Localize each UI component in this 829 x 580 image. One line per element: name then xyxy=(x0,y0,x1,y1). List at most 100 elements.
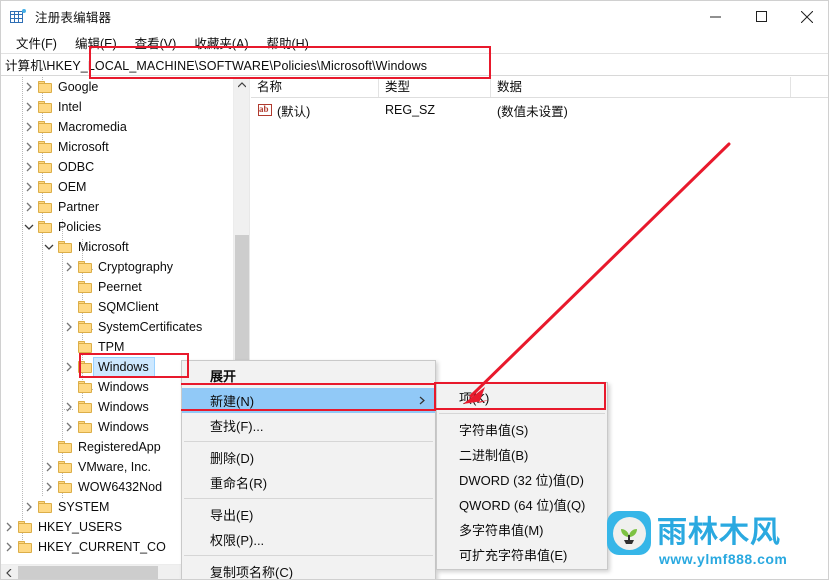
tree-item-label: Google xyxy=(58,80,99,94)
address-bar[interactable]: 计算机\HKEY_LOCAL_MACHINE\SOFTWARE\Policies… xyxy=(1,53,828,76)
chevron-right-icon[interactable] xyxy=(41,457,56,477)
menu-bar: 文件(F) 编辑(E) 查看(V) 收藏夹(A) 帮助(H) xyxy=(1,31,828,55)
chevron-right-icon[interactable] xyxy=(21,97,36,117)
chevron-right-icon[interactable] xyxy=(61,357,76,377)
tree-item-google[interactable]: Google xyxy=(1,77,234,97)
chevron-right-icon[interactable] xyxy=(21,197,36,217)
tree-item-oem[interactable]: OEM xyxy=(1,177,234,197)
tree-item-label: Intel xyxy=(58,100,82,114)
column-header-data[interactable]: 数据 xyxy=(491,77,791,97)
context-menu-item-6[interactable]: 权限(P)... xyxy=(182,527,435,552)
context-menu-item-1[interactable]: 新建(N) xyxy=(182,388,435,413)
tree-item-label: Windows xyxy=(93,357,155,377)
folder-icon xyxy=(36,497,54,517)
minimize-button[interactable] xyxy=(692,1,738,32)
submenu-item-5[interactable]: 多字符串值(M) xyxy=(437,517,607,542)
chevron-right-icon[interactable] xyxy=(1,537,16,557)
tree-item-partner[interactable]: Partner xyxy=(1,197,234,217)
tree-item-label: Windows xyxy=(98,400,149,414)
context-menu-item-3[interactable]: 删除(D) xyxy=(182,445,435,470)
menu-separator xyxy=(184,441,433,442)
tree-item-tpm[interactable]: TPM xyxy=(1,337,234,357)
tree-item-label: Macromedia xyxy=(58,120,127,134)
menu-separator xyxy=(184,498,433,499)
chevron-right-icon[interactable] xyxy=(61,257,76,277)
context-menu-item-0[interactable]: 展开 xyxy=(182,363,435,388)
chevron-right-icon[interactable] xyxy=(21,117,36,137)
tree-item-microsoft[interactable]: Microsoft xyxy=(1,137,234,157)
tree-item-intel[interactable]: Intel xyxy=(1,97,234,117)
menu-edit[interactable]: 编辑(E) xyxy=(66,31,126,55)
column-header-type[interactable]: 类型 xyxy=(379,77,491,97)
watermark-url: www.ylmf888.com xyxy=(659,551,788,567)
submenu-item-0[interactable]: 项(K) xyxy=(437,385,607,410)
folder-icon xyxy=(16,517,34,537)
folder-icon xyxy=(36,77,54,97)
submenu-item-4[interactable]: QWORD (64 位)值(Q) xyxy=(437,492,607,517)
chevron-right-icon[interactable] xyxy=(21,137,36,157)
folder-icon xyxy=(36,97,54,117)
context-menu-item-2[interactable]: 查找(F)... xyxy=(182,413,435,438)
menu-favorites[interactable]: 收藏夹(A) xyxy=(185,31,257,55)
watermark-brand: 雨林木风 xyxy=(657,515,781,550)
tree-item-label: VMware, Inc. xyxy=(78,460,151,474)
tree-item-macromedia[interactable]: Macromedia xyxy=(1,117,234,137)
registry-context-menu[interactable]: 展开新建(N) 查找(F)... 删除(D) 重命名(R) 导出(E) 权限(P)... 复… xyxy=(181,360,436,579)
chevron-right-icon[interactable] xyxy=(21,77,36,97)
context-menu-item-label: 展开 xyxy=(210,369,237,384)
tree-item-odbc[interactable]: ODBC xyxy=(1,157,234,177)
chevron-right-icon[interactable] xyxy=(41,477,56,497)
chevron-down-icon[interactable] xyxy=(21,217,36,237)
table-row[interactable]: ab (默认) REG_SZ (数值未设置) xyxy=(251,99,828,121)
scroll-up-icon[interactable] xyxy=(234,77,249,93)
submenu-item-label: 字符串值(S) xyxy=(459,423,529,438)
tree-item-cryptography[interactable]: Cryptography xyxy=(1,257,234,277)
close-button[interactable] xyxy=(784,1,828,32)
context-menu-item-4[interactable]: 重命名(R) xyxy=(182,470,435,495)
tree-item-sqmclient[interactable]: SQMClient xyxy=(1,297,234,317)
column-header-name[interactable]: 名称 xyxy=(251,77,379,97)
chevron-right-icon[interactable] xyxy=(21,157,36,177)
submenu-item-1[interactable]: 字符串值(S) xyxy=(437,417,607,442)
folder-icon xyxy=(56,457,74,477)
tree-item-peernet[interactable]: Peernet xyxy=(1,277,234,297)
menu-view[interactable]: 查看(V) xyxy=(126,31,186,55)
submenu-item-3[interactable]: DWORD (32 位)值(D) xyxy=(437,467,607,492)
tree-item-systemcertificates[interactable]: SystemCertificates xyxy=(1,317,234,337)
tree-item-label: OEM xyxy=(58,180,87,194)
submenu-item-6[interactable]: 可扩充字符串值(E) xyxy=(437,542,607,567)
chevron-right-icon[interactable] xyxy=(61,397,76,417)
chevron-right-icon[interactable] xyxy=(21,177,36,197)
tree-item-label: RegisteredApp xyxy=(78,440,161,454)
folder-icon xyxy=(56,237,74,257)
tree-item-label: Windows xyxy=(98,420,149,434)
chevron-right-icon[interactable] xyxy=(1,517,16,537)
maximize-button[interactable] xyxy=(738,1,784,32)
tree-hscroll-thumb[interactable] xyxy=(18,566,158,579)
submenu-item-2[interactable]: 二进制值(B) xyxy=(437,442,607,467)
folder-icon xyxy=(76,257,94,277)
address-path[interactable]: 计算机\HKEY_LOCAL_MACHINE\SOFTWARE\Policies… xyxy=(1,55,427,74)
menu-help[interactable]: 帮助(H) xyxy=(257,31,317,55)
context-menu-item-5[interactable]: 导出(E) xyxy=(182,502,435,527)
value-name-cell[interactable]: ab (默认) xyxy=(251,101,379,120)
tree-item-microsoft[interactable]: Microsoft xyxy=(1,237,234,257)
tree-item-policies[interactable]: Policies xyxy=(1,217,234,237)
folder-icon xyxy=(76,297,94,317)
chevron-right-icon[interactable] xyxy=(21,497,36,517)
menu-file[interactable]: 文件(F) xyxy=(7,31,66,55)
tree-item-label: WOW6432Nod xyxy=(78,480,163,494)
scroll-left-icon[interactable] xyxy=(1,565,17,579)
context-menu-item-7[interactable]: 复制项名称(C) xyxy=(182,559,435,579)
registry-editor-icon xyxy=(10,8,26,25)
submenu-item-label: 可扩充字符串值(E) xyxy=(459,548,568,563)
new-submenu[interactable]: 项(K) 字符串值(S) 二进制值(B) DWORD (32 位)值(D) QWORD … xyxy=(436,382,608,570)
chevron-right-icon[interactable] xyxy=(61,317,76,337)
chevron-down-icon[interactable] xyxy=(41,237,56,257)
chevron-right-icon[interactable] xyxy=(61,417,76,437)
submenu-item-label: QWORD (64 位)值(Q) xyxy=(459,498,586,513)
folder-icon xyxy=(36,217,54,237)
